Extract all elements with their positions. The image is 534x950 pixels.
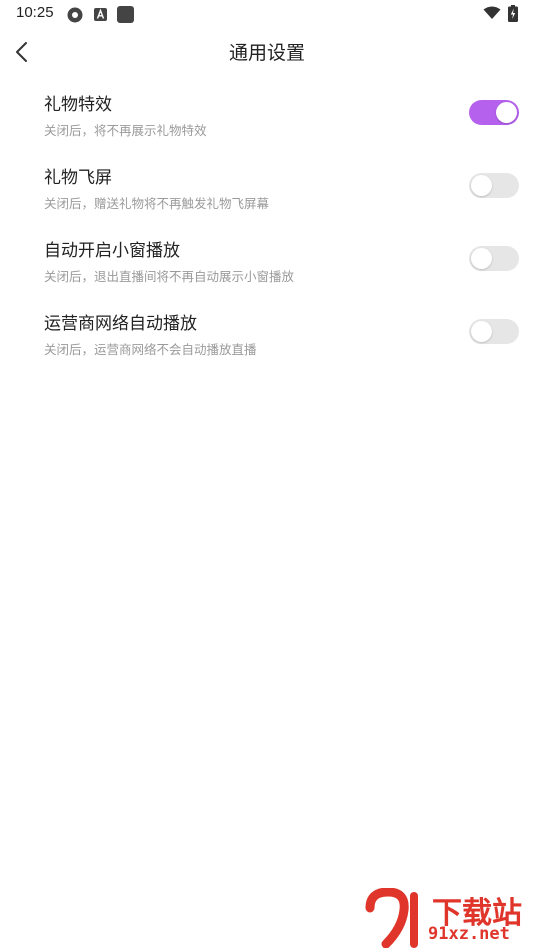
settings-gear-icon [67,7,83,23]
setting-title: 运营商网络自动播放 [44,314,197,334]
setting-title: 礼物飞屏 [44,168,112,188]
setting-row-cellular-autoplay: 运营商网络自动播放 关闭后，运营商网络不会自动播放直播 [0,309,534,373]
app-bar: 通用设置 [0,28,534,76]
setting-row-auto-mini-window: 自动开启小窗播放 关闭后，退出直播间将不再自动展示小窗播放 [0,236,534,300]
toggle-knob [471,248,492,269]
toggle-knob [496,102,517,123]
setting-description: 关闭后，赠送礼物将不再触发礼物飞屏幕 [44,196,270,211]
toggle-knob [471,321,492,342]
app-a-icon [94,8,107,21]
watermark-url: 91xz.net [428,924,510,944]
status-bar: 10:25 [0,0,534,28]
toggle-knob [471,175,492,196]
setting-description: 关闭后，运营商网络不会自动播放直播 [44,342,257,357]
wifi-icon [483,6,501,19]
page-title: 通用设置 [228,42,305,64]
status-time: 10:25 [16,4,54,21]
app-square-icon [117,6,134,23]
auto-mini-window-toggle[interactable] [469,246,519,271]
setting-title: 礼物特效 [44,95,112,115]
setting-description: 关闭后，退出直播间将不再自动展示小窗播放 [44,269,295,284]
setting-title: 自动开启小窗播放 [44,241,180,261]
watermark-logo-icon [365,888,418,948]
battery-charging-icon [508,5,518,22]
setting-row-gift-effects: 礼物特效 关闭后，将不再展示礼物特效 [0,90,534,154]
setting-row-gift-flyscreen: 礼物飞屏 关闭后，赠送礼物将不再触发礼物飞屏幕 [0,163,534,227]
gift-flyscreen-toggle[interactable] [469,173,519,198]
cellular-autoplay-toggle[interactable] [469,319,519,344]
gift-effects-toggle[interactable] [469,100,519,125]
setting-description: 关闭后，将不再展示礼物特效 [44,123,207,138]
